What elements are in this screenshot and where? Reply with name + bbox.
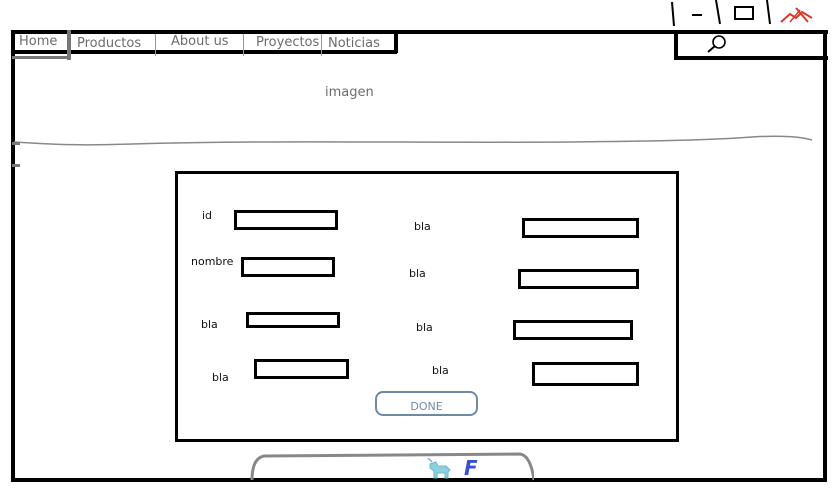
nav-item-productos[interactable]: Productos — [77, 34, 141, 54]
unicorn-icon[interactable] — [424, 457, 454, 482]
banner-image-label: imagen — [325, 85, 374, 100]
home-tab-underline — [12, 56, 70, 59]
search-input[interactable] — [674, 32, 828, 60]
nav-item-about-us[interactable]: About us — [171, 32, 229, 52]
nav-right-edge — [394, 33, 398, 53]
right-field-1[interactable] — [522, 218, 639, 238]
field-label-right-3: bla — [416, 321, 433, 334]
maximize-icon[interactable] — [732, 4, 756, 22]
right-field-4[interactable] — [532, 362, 639, 386]
done-button[interactable]: DONE — [375, 391, 478, 416]
window-left-border — [11, 30, 15, 482]
nav-item-proyectos[interactable]: Proyectos — [256, 33, 319, 53]
left-field-4[interactable] — [254, 359, 349, 379]
field-label-id: id — [202, 209, 213, 222]
field-label-left-4: bla — [212, 371, 229, 384]
nav-separator — [243, 34, 244, 56]
facebook-icon[interactable]: F — [464, 456, 478, 480]
window-right-border — [823, 30, 827, 482]
footer-bar — [250, 452, 534, 481]
left-edge-tick — [12, 142, 20, 145]
field-label-right-1: bla — [414, 220, 431, 233]
banner-divider — [13, 135, 812, 146]
nombre-field[interactable] — [241, 257, 335, 277]
close-icon[interactable] — [778, 2, 818, 26]
id-field[interactable] — [234, 210, 338, 230]
field-label-right-2: bla — [409, 267, 426, 280]
left-edge-tick — [12, 164, 20, 167]
nav-item-home[interactable]: Home — [19, 32, 57, 52]
field-label-right-4: bla — [432, 364, 449, 377]
field-label-nombre: nombre — [191, 255, 234, 268]
field-label-left-3: bla — [201, 318, 218, 331]
nav-separator — [321, 34, 322, 56]
search-icon[interactable] — [706, 34, 728, 54]
nav-separator — [155, 34, 156, 56]
left-field-3[interactable] — [246, 312, 340, 328]
right-field-2[interactable] — [518, 269, 639, 289]
right-field-3[interactable] — [513, 320, 633, 340]
nav-item-noticias[interactable]: Noticias — [328, 34, 380, 54]
minimize-icon[interactable] — [688, 6, 710, 20]
